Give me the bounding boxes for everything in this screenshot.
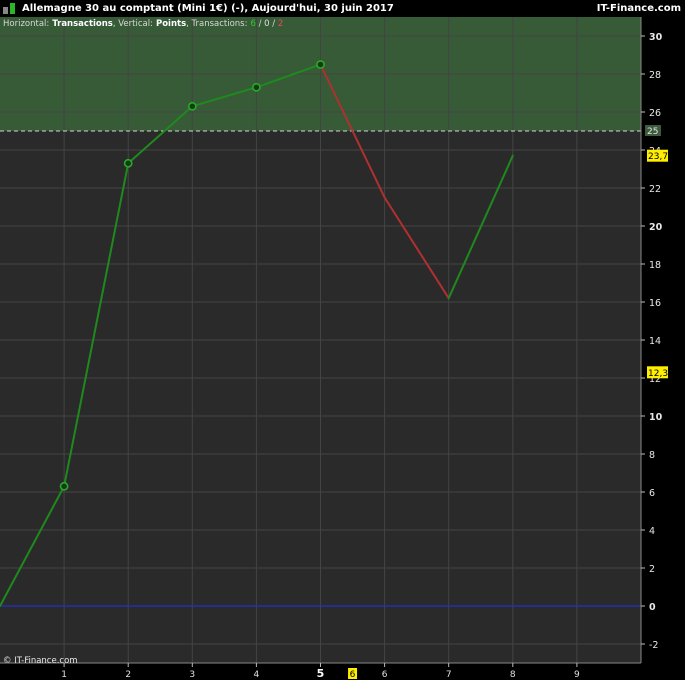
equity-chart: 302826242220181614121086420-2 1234567896…: [0, 17, 668, 680]
info-line: Horizontal: Transactions, Vertical: Points…: [3, 19, 283, 29]
y-tick-label: 4: [649, 526, 655, 537]
x-tick-label: 3: [189, 670, 195, 680]
y-axis: 302826242220181614121086420-2: [641, 32, 663, 651]
x-tick-label: 9: [574, 670, 580, 680]
brand-label: IT-Finance.com: [596, 3, 681, 14]
y-tick-label: 14: [649, 336, 661, 347]
info-sep-1: /: [256, 19, 264, 29]
info-horizontal-value: Transactions: [52, 19, 113, 29]
trade-marker: [251, 82, 261, 92]
y-tick-label: 26: [649, 108, 661, 119]
y-tick-label: 6: [649, 488, 655, 499]
y-tick-label: -2: [649, 640, 658, 651]
y-tick-label: 8: [649, 450, 655, 461]
y-tick-label: 30: [649, 32, 663, 43]
copyright: © IT-Finance.com: [3, 656, 78, 666]
x-tick-label: 1: [61, 670, 67, 680]
x-tick-label: 7: [446, 670, 452, 680]
info-vertical-label: , Vertical:: [113, 19, 153, 29]
y-tick-label: 18: [649, 260, 661, 271]
chart-bars-icon: [3, 3, 15, 14]
trade-marker: [187, 101, 197, 111]
info-sep-2: /: [270, 19, 278, 29]
x-tick-label: 8: [510, 670, 516, 680]
info-vertical-value: Points: [156, 19, 186, 29]
y-tick-label: 20: [649, 222, 663, 233]
x-axis: 1 2 3 4 5 6 7 8 9 6: [61, 663, 580, 680]
chart-title: Allemagne 30 au comptant (Mini 1€) (-), …: [22, 3, 394, 14]
x-tick-label: 6: [382, 670, 388, 680]
info-transactions-label: , Transactions:: [186, 19, 247, 29]
y-tick-label: 16: [649, 298, 661, 309]
info-losses: 2: [278, 19, 283, 29]
zone-label: 25: [647, 127, 658, 137]
trade-marker: [316, 60, 325, 69]
y-tick-label: 10: [649, 412, 663, 423]
x-highlight-label: 6: [350, 670, 356, 680]
info-horizontal-label: Horizontal:: [3, 19, 49, 29]
x-tick-label: 4: [254, 670, 260, 680]
y-tick-label: 22: [649, 184, 661, 195]
y-tick-label: 0: [649, 602, 656, 613]
x-tick-label: 5: [317, 667, 325, 680]
chart-window: Allemagne 30 au comptant (Mini 1€) (-), …: [0, 0, 685, 680]
title-bar: Allemagne 30 au comptant (Mini 1€) (-), …: [0, 0, 685, 17]
y-tick-label: 2: [649, 564, 655, 575]
value-tag-label: 12,3: [648, 369, 668, 379]
value-tag-label: 23,7: [648, 152, 668, 162]
y-tick-label: 28: [649, 70, 661, 81]
trade-marker: [123, 158, 133, 168]
trade-marker: [59, 481, 69, 491]
x-tick-label: 2: [125, 670, 131, 680]
